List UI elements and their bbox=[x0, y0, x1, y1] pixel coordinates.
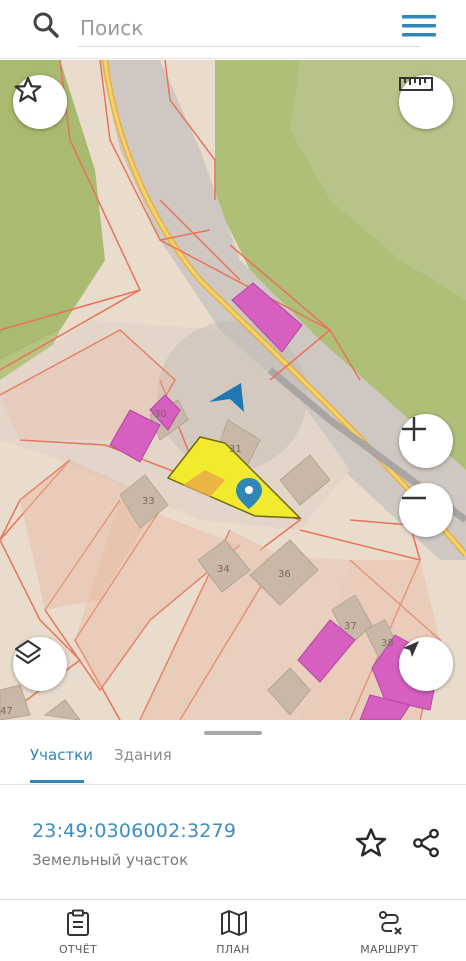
ruler-button[interactable] bbox=[399, 75, 453, 129]
parcel-label: 34 bbox=[217, 564, 230, 575]
parcel-label: 33 bbox=[142, 496, 155, 507]
tab-parcels[interactable]: Участки bbox=[30, 746, 93, 764]
active-tab-indicator bbox=[30, 780, 84, 783]
nav-report-label: ОТЧЁТ bbox=[58, 943, 98, 956]
tab-buildings[interactable]: Здания bbox=[114, 746, 172, 764]
search-icon[interactable] bbox=[32, 11, 60, 39]
parcel-type: Земельный участок bbox=[32, 851, 189, 869]
parcel-info-sheet: Участки Здания 23:49:0306002:3279 Земель… bbox=[0, 720, 466, 900]
cadastral-number[interactable]: 23:49:0306002:3279 bbox=[32, 820, 236, 842]
bottom-navigation: ОТЧЁТ ПЛАН МАРШРУТ bbox=[0, 899, 466, 961]
parcel-label: 37 bbox=[344, 621, 357, 632]
sheet-drag-handle[interactable] bbox=[204, 731, 262, 735]
map-view[interactable]: 30 31 33 34 36 37 38 47 bbox=[0, 60, 466, 720]
nav-plan-label: ПЛАН bbox=[216, 943, 250, 956]
clipboard-icon bbox=[67, 909, 89, 936]
parcel-label: 36 bbox=[278, 569, 291, 580]
route-icon bbox=[379, 911, 402, 935]
my-location-button[interactable] bbox=[399, 637, 453, 691]
zoom-out-button[interactable] bbox=[399, 483, 453, 537]
share-icon[interactable] bbox=[410, 826, 442, 860]
nav-plan[interactable]: ПЛАН bbox=[173, 900, 293, 961]
search-input[interactable] bbox=[78, 10, 420, 47]
navigation-arrow-icon bbox=[403, 641, 419, 657]
map-canvas[interactable]: 30 31 33 34 36 37 38 47 bbox=[0, 60, 466, 720]
parcel-label: 47 bbox=[0, 706, 13, 717]
parcel-label: 38 bbox=[381, 638, 394, 649]
parcel-label: 31 bbox=[229, 444, 242, 455]
favorites-map-button[interactable] bbox=[13, 75, 67, 129]
tab-bar: Участки Здания bbox=[0, 742, 466, 785]
star-icon[interactable] bbox=[354, 826, 388, 860]
search-bar bbox=[0, 0, 466, 59]
ruler-icon bbox=[399, 77, 433, 91]
parcel-label: 30 bbox=[154, 409, 167, 420]
star-icon bbox=[14, 77, 42, 103]
minus-icon bbox=[402, 496, 426, 500]
plus-icon bbox=[402, 417, 426, 441]
menu-icon[interactable] bbox=[402, 12, 436, 40]
nav-report[interactable]: ОТЧЁТ bbox=[18, 900, 138, 961]
nav-route[interactable]: МАРШРУТ bbox=[329, 900, 449, 961]
layers-button[interactable] bbox=[13, 637, 67, 691]
map-icon bbox=[221, 910, 247, 936]
nav-route-label: МАРШРУТ bbox=[360, 943, 418, 956]
layers-icon bbox=[15, 640, 41, 664]
zoom-in-button[interactable] bbox=[399, 414, 453, 468]
